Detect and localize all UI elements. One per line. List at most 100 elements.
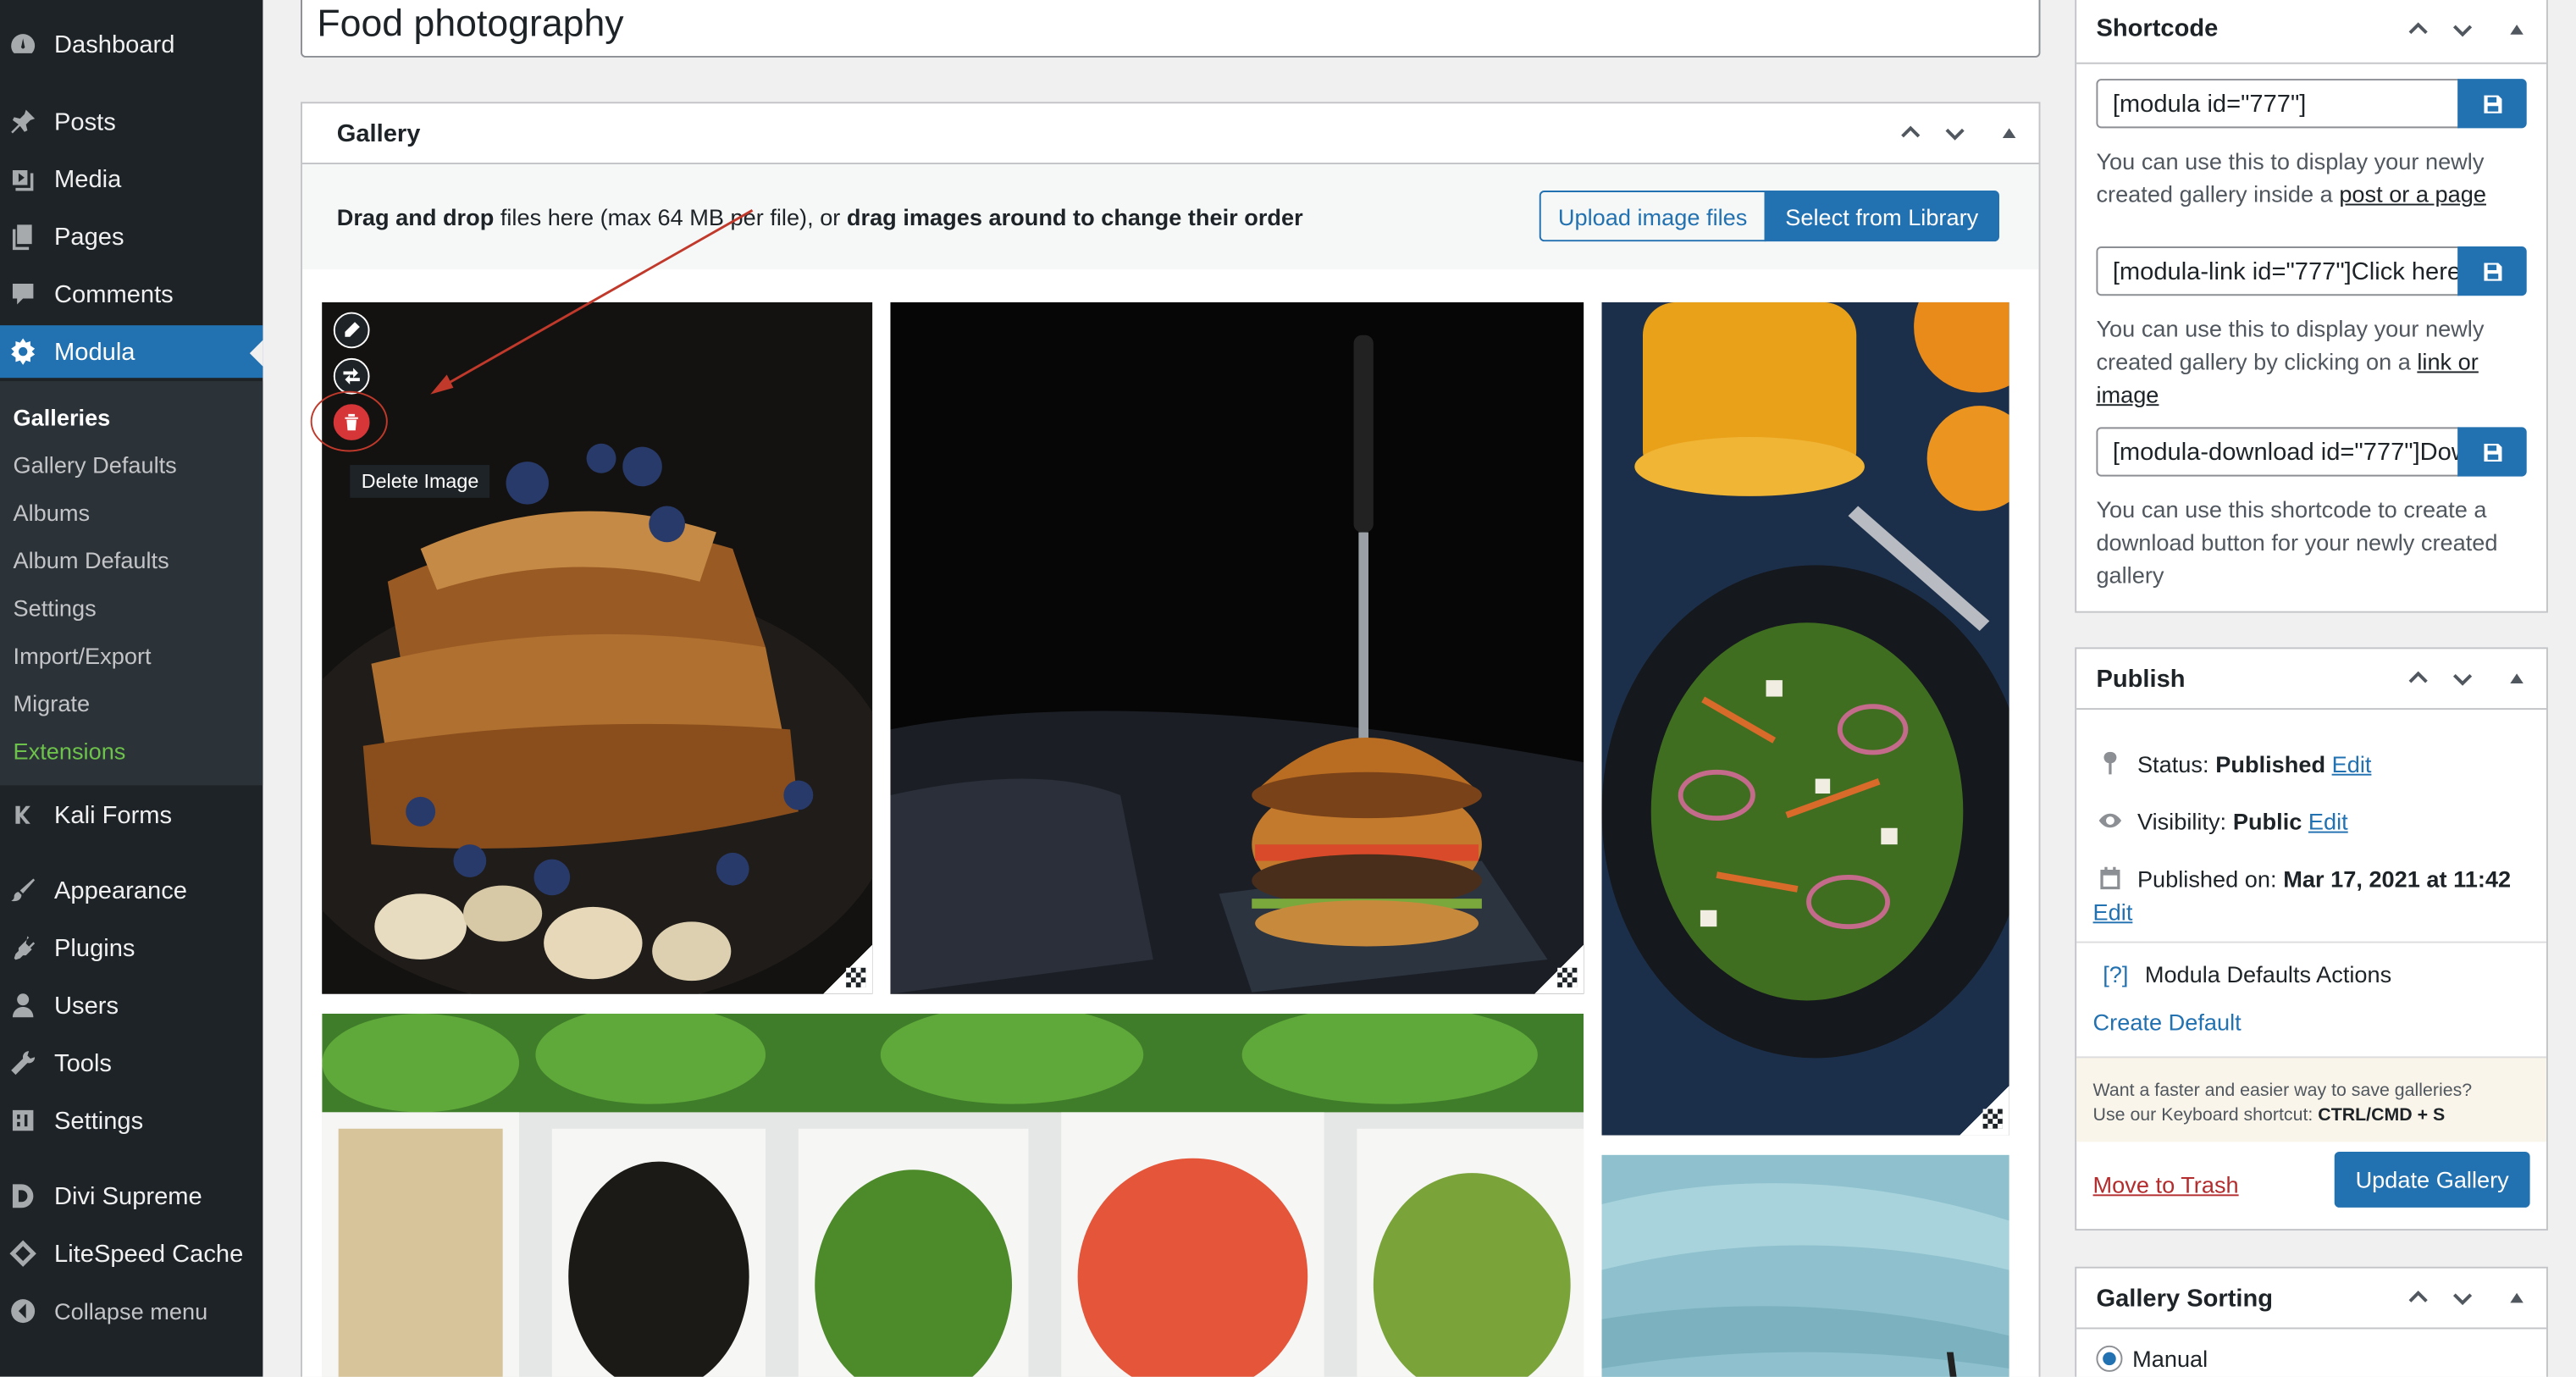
delete-tooltip: Delete Image: [350, 465, 490, 498]
menu-collapse[interactable]: Collapse menu: [0, 1285, 263, 1337]
move-down-icon[interactable]: [2448, 1281, 2478, 1314]
published-on-row: Published on: Mar 17, 2021 at 11:42: [2096, 864, 2511, 892]
submenu-gallery-defaults[interactable]: Gallery Defaults: [14, 452, 177, 478]
divi-d-icon: [7, 1180, 40, 1213]
shortcode-field-2[interactable]: [modula-link id="777"]Click here: [2096, 246, 2460, 296]
collapse-toggle-icon[interactable]: [2502, 662, 2532, 695]
visibility-row: Visibility: Public Edit: [2096, 807, 2348, 835]
gallery-panel: Gallery Drag and drop files here (max 64…: [301, 102, 2041, 1377]
menu-plugins[interactable]: Plugins: [0, 921, 263, 974]
update-gallery-button[interactable]: Update Gallery: [2334, 1151, 2530, 1208]
vegetables-photo: [322, 1013, 1584, 1377]
help-link[interactable]: [?]: [2103, 961, 2128, 987]
gallery-panel-header: Gallery: [301, 103, 2039, 164]
pin-status-icon: [2103, 751, 2117, 775]
shortcode-field-3[interactable]: [modula-download id="777"]Download: [2096, 427, 2460, 477]
gallery-image-vegetables[interactable]: [322, 1013, 1584, 1377]
menu-modula[interactable]: Modula: [0, 325, 263, 379]
shortcode-desc-1: You can use this to display your newly c…: [2096, 147, 2486, 207]
replace-image-icon[interactable]: [333, 357, 370, 395]
collapse-toggle-icon[interactable]: [1994, 117, 2024, 150]
edit-status-link[interactable]: Edit: [2332, 750, 2372, 777]
menu-label: Divi Supreme: [54, 1181, 202, 1210]
edit-image-icon[interactable]: [333, 312, 370, 349]
menu-settings[interactable]: Settings: [0, 1094, 263, 1147]
submenu-extensions[interactable]: Extensions: [14, 738, 126, 764]
wrench-icon: [7, 1047, 40, 1080]
move-up-icon[interactable]: [1896, 117, 1926, 150]
menu-label: Kali Forms: [54, 800, 173, 829]
move-up-icon[interactable]: [2403, 14, 2433, 47]
resize-handle-icon[interactable]: [1960, 1086, 2009, 1136]
create-default-link[interactable]: Create Default: [2093, 1009, 2242, 1035]
menu-label: LiteSpeed Cache: [54, 1239, 244, 1268]
dropzone-text: Drag and drop files here (max 64 MB per …: [336, 203, 1303, 230]
kali-k-icon: [7, 799, 40, 832]
menu-label: Users: [54, 991, 119, 1020]
menu-appearance[interactable]: Appearance: [0, 864, 263, 916]
move-down-icon[interactable]: [2448, 662, 2478, 695]
gallery-image-salad[interactable]: [1601, 301, 2009, 1136]
shortcode-field-1[interactable]: [modula id="777"]: [2096, 79, 2460, 129]
radio-selected[interactable]: [2096, 1345, 2123, 1372]
menu-divi-supreme[interactable]: Divi Supreme: [0, 1170, 263, 1222]
settings-icon: [7, 1104, 40, 1137]
french-toast-photo: [322, 301, 873, 994]
post-title-input[interactable]: Food photography: [301, 0, 2041, 58]
resize-handle-icon[interactable]: [822, 944, 873, 994]
submenu-album-defaults[interactable]: Album Defaults: [14, 547, 169, 573]
shortcode-row-2: [modula-link id="777"]Click here: [2096, 246, 2527, 296]
collapse-toggle-icon[interactable]: [2502, 1281, 2532, 1314]
menu-tools[interactable]: Tools: [0, 1037, 263, 1089]
copy-icon[interactable]: [2457, 246, 2527, 296]
diamond-icon: [7, 1237, 40, 1270]
upload-dropzone[interactable]: Drag and drop files here (max 64 MB per …: [301, 164, 2039, 270]
menu-posts[interactable]: Posts: [0, 96, 263, 148]
edit-visibility-link[interactable]: Edit: [2308, 808, 2348, 834]
select-library-button[interactable]: Select from Library: [1764, 191, 1999, 242]
menu-label: Collapse menu: [54, 1297, 208, 1324]
publish-panel: Publish Status: Published Edit Visibility…: [2075, 647, 2548, 1231]
plug-icon: [7, 932, 40, 965]
submenu-albums[interactable]: Albums: [14, 500, 91, 526]
menu-label: Appearance: [54, 876, 187, 904]
menu-media[interactable]: Media: [0, 152, 263, 205]
menu-label: Pages: [54, 222, 124, 251]
menu-litespeed[interactable]: LiteSpeed Cache: [0, 1227, 263, 1280]
salad-photo: [1601, 301, 2009, 1136]
submenu-import-export[interactable]: Import/Export: [14, 643, 152, 669]
move-down-icon[interactable]: [2448, 14, 2478, 47]
copy-icon[interactable]: [2457, 79, 2527, 129]
menu-kali-forms[interactable]: Kali Forms: [0, 788, 263, 841]
sorting-panel-header: Gallery Sorting: [2076, 1269, 2546, 1330]
menu-comments[interactable]: Comments: [0, 268, 263, 320]
submenu-galleries[interactable]: Galleries: [14, 404, 111, 430]
menu-dashboard[interactable]: Dashboard: [0, 18, 263, 70]
move-up-icon[interactable]: [2403, 662, 2433, 695]
submenu-migrate[interactable]: Migrate: [14, 690, 91, 716]
resize-handle-icon[interactable]: [1534, 944, 1584, 994]
move-up-icon[interactable]: [2403, 1281, 2433, 1314]
post-or-page-link[interactable]: post or a page: [2339, 180, 2486, 207]
gallery-image-blue-texture[interactable]: [1601, 1154, 2009, 1377]
dashboard-icon: [7, 28, 40, 61]
move-down-icon[interactable]: [1940, 117, 1970, 150]
shortcode-row-3: [modula-download id="777"]Download: [2096, 427, 2527, 477]
copy-icon[interactable]: [2457, 427, 2527, 477]
collapse-toggle-icon[interactable]: [2502, 14, 2532, 47]
delete-highlight-circle: [310, 390, 388, 452]
sorting-manual-option[interactable]: Manual: [2096, 1345, 2208, 1372]
menu-pages[interactable]: Pages: [0, 210, 263, 263]
gallery-image-french-toast[interactable]: [322, 301, 873, 994]
gallery-image-burger[interactable]: [890, 301, 1584, 994]
pin-icon: [7, 105, 40, 138]
collapse-arrow-icon: [7, 1295, 40, 1328]
upload-files-button[interactable]: Upload image files: [1539, 191, 1766, 242]
move-to-trash-link[interactable]: Move to Trash: [2093, 1171, 2239, 1197]
status-row: Status: Published Edit: [2096, 749, 2371, 777]
edit-date-link[interactable]: Edit: [2093, 899, 2133, 925]
submenu-settings[interactable]: Settings: [14, 594, 97, 621]
comment-icon: [7, 278, 40, 311]
menu-label: Dashboard: [54, 30, 175, 58]
menu-users[interactable]: Users: [0, 979, 263, 1031]
